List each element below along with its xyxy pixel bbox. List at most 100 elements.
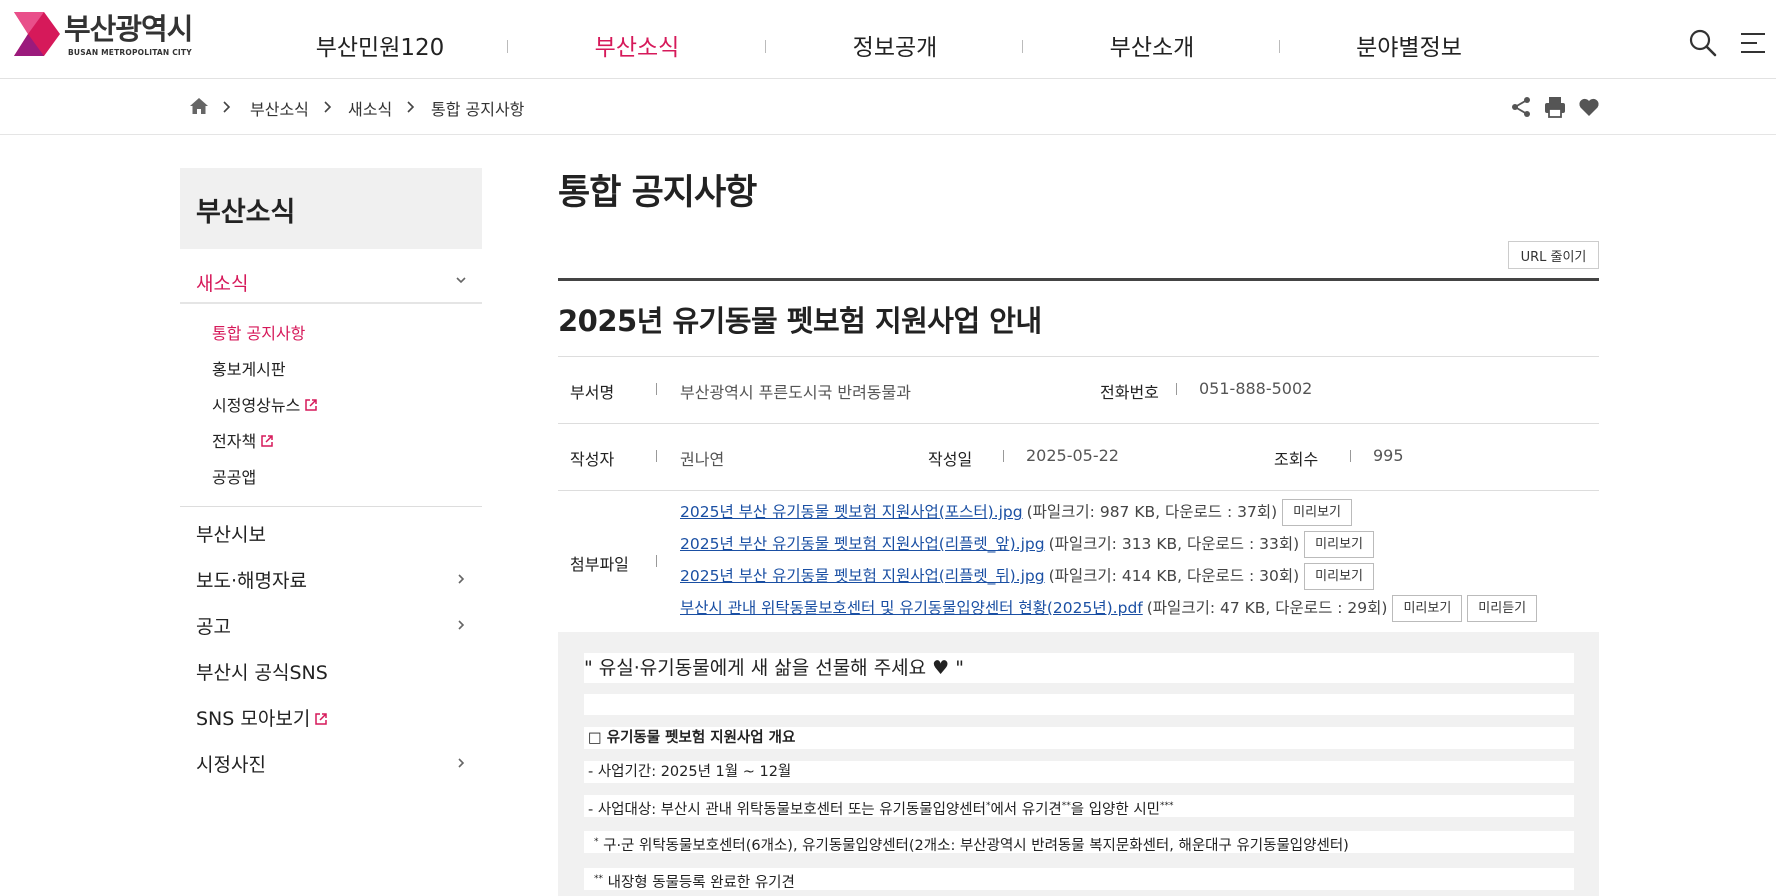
print-icon[interactable] xyxy=(1543,95,1567,119)
busan-logo-icon xyxy=(14,12,60,56)
chevron-right-icon[interactable] xyxy=(454,618,468,632)
attachment-info: (파일크기: 987 KB, 다운로드 : 37회) xyxy=(1026,503,1278,521)
sidebar-item-announcement[interactable]: 공고 xyxy=(196,612,231,639)
nav-separator xyxy=(507,40,508,53)
footnote-mark: ** xyxy=(1061,801,1071,811)
body-heading: □ 유기동물 펫보험 지원사업 개요 xyxy=(584,727,1574,749)
external-link-icon xyxy=(261,435,273,447)
sidebar-item-sns-collection-label: SNS 모아보기 xyxy=(196,708,311,730)
chevron-right-icon[interactable] xyxy=(454,572,468,586)
attachment-info: (파일크기: 47 KB, 다운로드 : 29회) xyxy=(1146,599,1388,617)
sidebar-sub-public-app[interactable]: 공공앱 xyxy=(212,464,256,488)
logo-korean-text: 부산광역시 xyxy=(64,12,193,46)
footnote-mark: *** xyxy=(1160,801,1174,811)
page-title: 통합 공지사항 xyxy=(558,173,757,213)
chevron-right-icon xyxy=(223,101,231,113)
attachments-label: 첨부파일 xyxy=(570,555,629,574)
row-divider xyxy=(558,356,1599,357)
breadcrumb-item[interactable]: 새소식 xyxy=(348,96,392,120)
attachment-info: (파일크기: 313 KB, 다운로드 : 33회) xyxy=(1048,535,1300,553)
meta-separator xyxy=(1176,383,1177,395)
preview-button[interactable]: 미리보기 xyxy=(1304,563,1374,590)
nav-field-info[interactable]: 분야별정보 xyxy=(1309,28,1509,62)
author-value: 권나연 xyxy=(680,450,725,469)
nav-separator xyxy=(765,40,766,53)
row-divider xyxy=(558,490,1599,491)
attachment-link[interactable]: 2025년 부산 유기동물 펫보험 지원사업(포스터).jpg xyxy=(680,503,1023,521)
sidebar-item-sns-collection[interactable]: SNS 모아보기 xyxy=(196,704,328,731)
body-target-part: 에서 유기견 xyxy=(990,802,1062,818)
views-value: 995 xyxy=(1373,446,1404,465)
body-note-text: 구·군 위탁동물보호센터(6개소), 유기동물입양센터(2개소: 부산광역시 반… xyxy=(598,838,1349,854)
site-logo[interactable]: 부산광역시 BUSAN METROPOLITAN CITY xyxy=(14,12,204,60)
preview-button[interactable]: 미리보기 xyxy=(1392,595,1463,622)
search-icon[interactable] xyxy=(1688,28,1718,58)
meta-separator xyxy=(1350,450,1351,462)
external-link-icon xyxy=(305,399,318,411)
body-note-text: 내장형 동물등록 완료한 유기견 xyxy=(603,875,795,891)
site-header: 부산광역시 BUSAN METROPOLITAN CITY 부산민원120 부산… xyxy=(0,0,1776,79)
dept-label: 부서명 xyxy=(570,383,615,402)
row-divider xyxy=(558,423,1599,424)
listen-button[interactable]: 미리듣기 xyxy=(1467,595,1538,622)
footnote-mark: ** xyxy=(594,874,603,884)
sidebar-group-news[interactable]: 새소식 xyxy=(196,269,248,296)
body-target-part: - 사업대상: 부산시 관내 위탁동물보호센터 또는 유기동물입양센터 xyxy=(588,802,986,818)
external-link-icon xyxy=(315,713,328,725)
nav-separator xyxy=(1022,40,1023,53)
body-lead-text: " 유실·유기동물에게 새 삶을 선물해 주세요 ♥ " xyxy=(584,653,1574,683)
sidebar-item-press[interactable]: 보도·해명자료 xyxy=(196,566,307,593)
sidebar-sub-video-news[interactable]: 시정영상뉴스 xyxy=(212,392,318,416)
attachment-link[interactable]: 부산시 관내 위탁동물보호센터 및 유기동물입양센터 현황(2025년).pdf xyxy=(680,599,1143,617)
meta-separator xyxy=(656,383,657,395)
attachment-row: 부산시 관내 위탁동물보호센터 및 유기동물입양센터 현황(2025년).pdf… xyxy=(680,595,1538,622)
sidebar-item-city-photos[interactable]: 시정사진 xyxy=(196,750,266,777)
nav-info-disclosure[interactable]: 정보공개 xyxy=(795,28,995,62)
chevron-right-icon[interactable] xyxy=(454,756,468,770)
body-period: - 사업기간: 2025년 1월 ~ 12월 xyxy=(584,761,1574,783)
attachment-row: 2025년 부산 유기동물 펫보험 지원사업(포스터).jpg (파일크기: 98… xyxy=(680,499,1352,526)
attachment-info: (파일크기: 414 KB, 다운로드 : 30회) xyxy=(1048,567,1300,585)
main-navigation: 부산민원120 부산소식 정보공개 부산소개 분야별정보 xyxy=(250,0,1500,79)
sidebar-sub-promo-board[interactable]: 홍보게시판 xyxy=(212,356,286,380)
chevron-down-icon[interactable] xyxy=(454,273,468,287)
attachment-link[interactable]: 2025년 부산 유기동물 펫보험 지원사업(리플렛_뒤).jpg xyxy=(680,567,1045,585)
meta-separator xyxy=(656,555,657,567)
home-icon[interactable] xyxy=(189,96,209,116)
nav-busan-news[interactable]: 부산소식 xyxy=(537,28,737,62)
sidebar-sub-notice[interactable]: 통합 공지사항 xyxy=(212,320,305,344)
body-note-2: ** 내장형 동물등록 완료한 유기견 xyxy=(584,868,1574,891)
nav-busan-intro[interactable]: 부산소개 xyxy=(1052,28,1252,62)
sidebar-sub-ebook-label: 전자책 xyxy=(212,432,257,451)
sidebar-sub-video-news-label: 시정영상뉴스 xyxy=(212,396,301,415)
preview-button[interactable]: 미리보기 xyxy=(1282,499,1352,526)
chevron-right-icon xyxy=(324,101,332,113)
attachment-row: 2025년 부산 유기동물 펫보험 지원사업(리플렛_앞).jpg (파일크기: … xyxy=(680,531,1374,558)
sidebar-item-official-sns[interactable]: 부산시 공식SNS xyxy=(196,658,328,685)
nav-civil-120[interactable]: 부산민원120 xyxy=(280,28,480,62)
breadcrumb-item[interactable]: 부산소식 xyxy=(250,96,309,120)
menu-icon[interactable] xyxy=(1738,28,1768,58)
logo-english-text: BUSAN METROPOLITAN CITY xyxy=(68,48,192,57)
phone-value: 051-888-5002 xyxy=(1199,379,1313,398)
post-title: 2025년 유기동물 펫보험 지원사업 안내 xyxy=(558,304,1042,338)
sidebar-sub-ebook[interactable]: 전자책 xyxy=(212,428,274,452)
preview-button[interactable]: 미리보기 xyxy=(1304,531,1374,558)
post-body: " 유실·유기동물에게 새 삶을 선물해 주세요 ♥ " □ 유기동물 펫보험 … xyxy=(558,632,1599,896)
share-icon[interactable] xyxy=(1509,95,1533,119)
board-top-border xyxy=(558,278,1599,281)
meta-separator xyxy=(656,450,657,462)
body-blank-line xyxy=(584,694,1574,715)
sidebar-title: 부산소식 xyxy=(180,168,482,249)
heart-icon[interactable] xyxy=(1577,95,1601,119)
phone-label: 전화번호 xyxy=(1100,383,1159,402)
author-label: 작성자 xyxy=(570,450,615,469)
body-target: - 사업대상: 부산시 관내 위탁동물보호센터 또는 유기동물입양센터*에서 유… xyxy=(584,795,1574,818)
breadcrumb-current[interactable]: 통합 공지사항 xyxy=(431,96,524,120)
sidebar-item-gazette[interactable]: 부산시보 xyxy=(196,520,266,547)
attachment-link[interactable]: 2025년 부산 유기동물 펫보험 지원사업(리플렛_앞).jpg xyxy=(680,535,1045,553)
dept-value: 부산광역시 푸른도시국 반려동물과 xyxy=(680,383,911,402)
chevron-right-icon xyxy=(407,101,415,113)
shorten-url-button[interactable]: URL 줄이기 xyxy=(1508,241,1599,269)
date-value: 2025-05-22 xyxy=(1026,446,1119,465)
